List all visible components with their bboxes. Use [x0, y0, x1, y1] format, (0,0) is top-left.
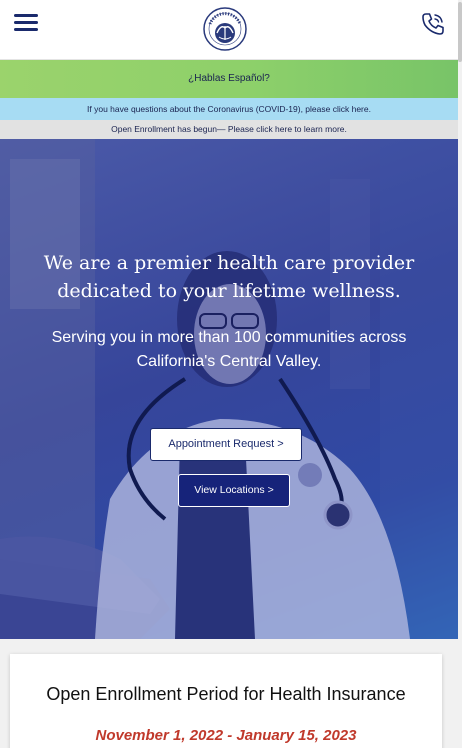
covid-banner-text[interactable]: If you have questions about the Coronavi… [87, 104, 371, 114]
clinic-logo-icon[interactable] [202, 6, 248, 52]
page-scrollbar[interactable] [458, 0, 462, 748]
view-locations-button[interactable]: View Locations > [178, 474, 290, 507]
hero-subheading-line: Serving you in more than 100 communities… [51, 329, 407, 346]
hero-section: We are a premier health care provider de… [0, 139, 458, 639]
scrollbar-thumb[interactable] [458, 2, 462, 62]
open-enrollment-card: Open Enrollment Period for Health Insura… [10, 654, 442, 748]
hero-subheading: Serving you in more than 100 communities… [20, 326, 438, 374]
hero-heading-line: We are a premier health care provider [43, 252, 415, 274]
menu-bar [14, 21, 38, 24]
enrollment-banner-text[interactable]: Open Enrollment has begun— Please click … [111, 124, 347, 134]
menu-bar [14, 14, 38, 17]
hamburger-menu-icon[interactable] [14, 13, 40, 33]
site-header [0, 0, 458, 60]
hero-heading-line: dedicated to your lifetime wellness. [57, 280, 401, 302]
spanish-banner-text[interactable]: ¿Hablas Español? [188, 73, 270, 84]
menu-bar [14, 28, 38, 31]
hero-doctor-photo [0, 139, 458, 639]
spanish-language-banner[interactable]: ¿Hablas Español? [0, 60, 458, 98]
enrollment-dates: November 1, 2022 - January 15, 2023 [95, 727, 357, 744]
card-title: Open Enrollment Period for Health Insura… [46, 684, 406, 704]
phone-icon[interactable] [420, 11, 446, 37]
hero-subheading-line: California's Central Valley. [136, 353, 322, 370]
hero-heading: We are a premier health care provider de… [20, 249, 438, 305]
open-enrollment-banner[interactable]: Open Enrollment has begun— Please click … [0, 120, 458, 139]
covid-info-banner[interactable]: If you have questions about the Coronavi… [0, 98, 458, 120]
appointment-request-button[interactable]: Appointment Request > [150, 428, 302, 461]
